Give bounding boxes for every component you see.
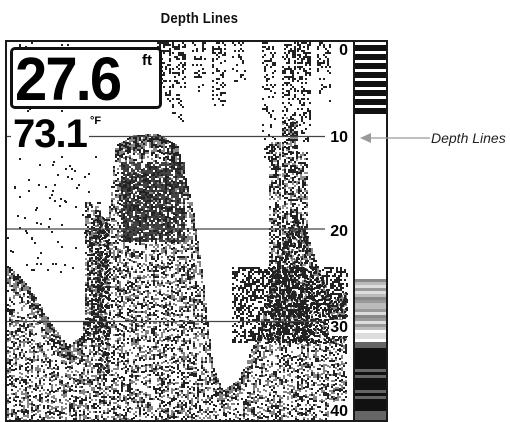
- depth-scale-label-20: 20: [329, 224, 349, 240]
- real-time-sonar-bar: [353, 42, 386, 420]
- depth-scale-label-0: 0: [338, 43, 349, 59]
- depth-scale-label-40: 40: [329, 404, 349, 420]
- depth-readout-box: 27.6 ft: [10, 47, 162, 109]
- water-temperature-value: 73.1: [11, 112, 89, 156]
- depth-scale-label-30: 30: [329, 320, 349, 336]
- sonar-display: 27.6 ft 73.1 °F 0 10 20 30 40: [5, 40, 388, 422]
- depth-lines-callout-label: Depth Lines: [431, 130, 506, 146]
- water-temperature-unit: °F: [90, 115, 101, 127]
- callout-arrow-icon: [360, 132, 432, 144]
- depth-readout-value: 27.6: [15, 44, 120, 114]
- figure-title: Depth Lines: [23, 10, 375, 27]
- depth-scale-label-10: 10: [329, 130, 349, 146]
- depth-readout-unit: ft: [142, 52, 152, 69]
